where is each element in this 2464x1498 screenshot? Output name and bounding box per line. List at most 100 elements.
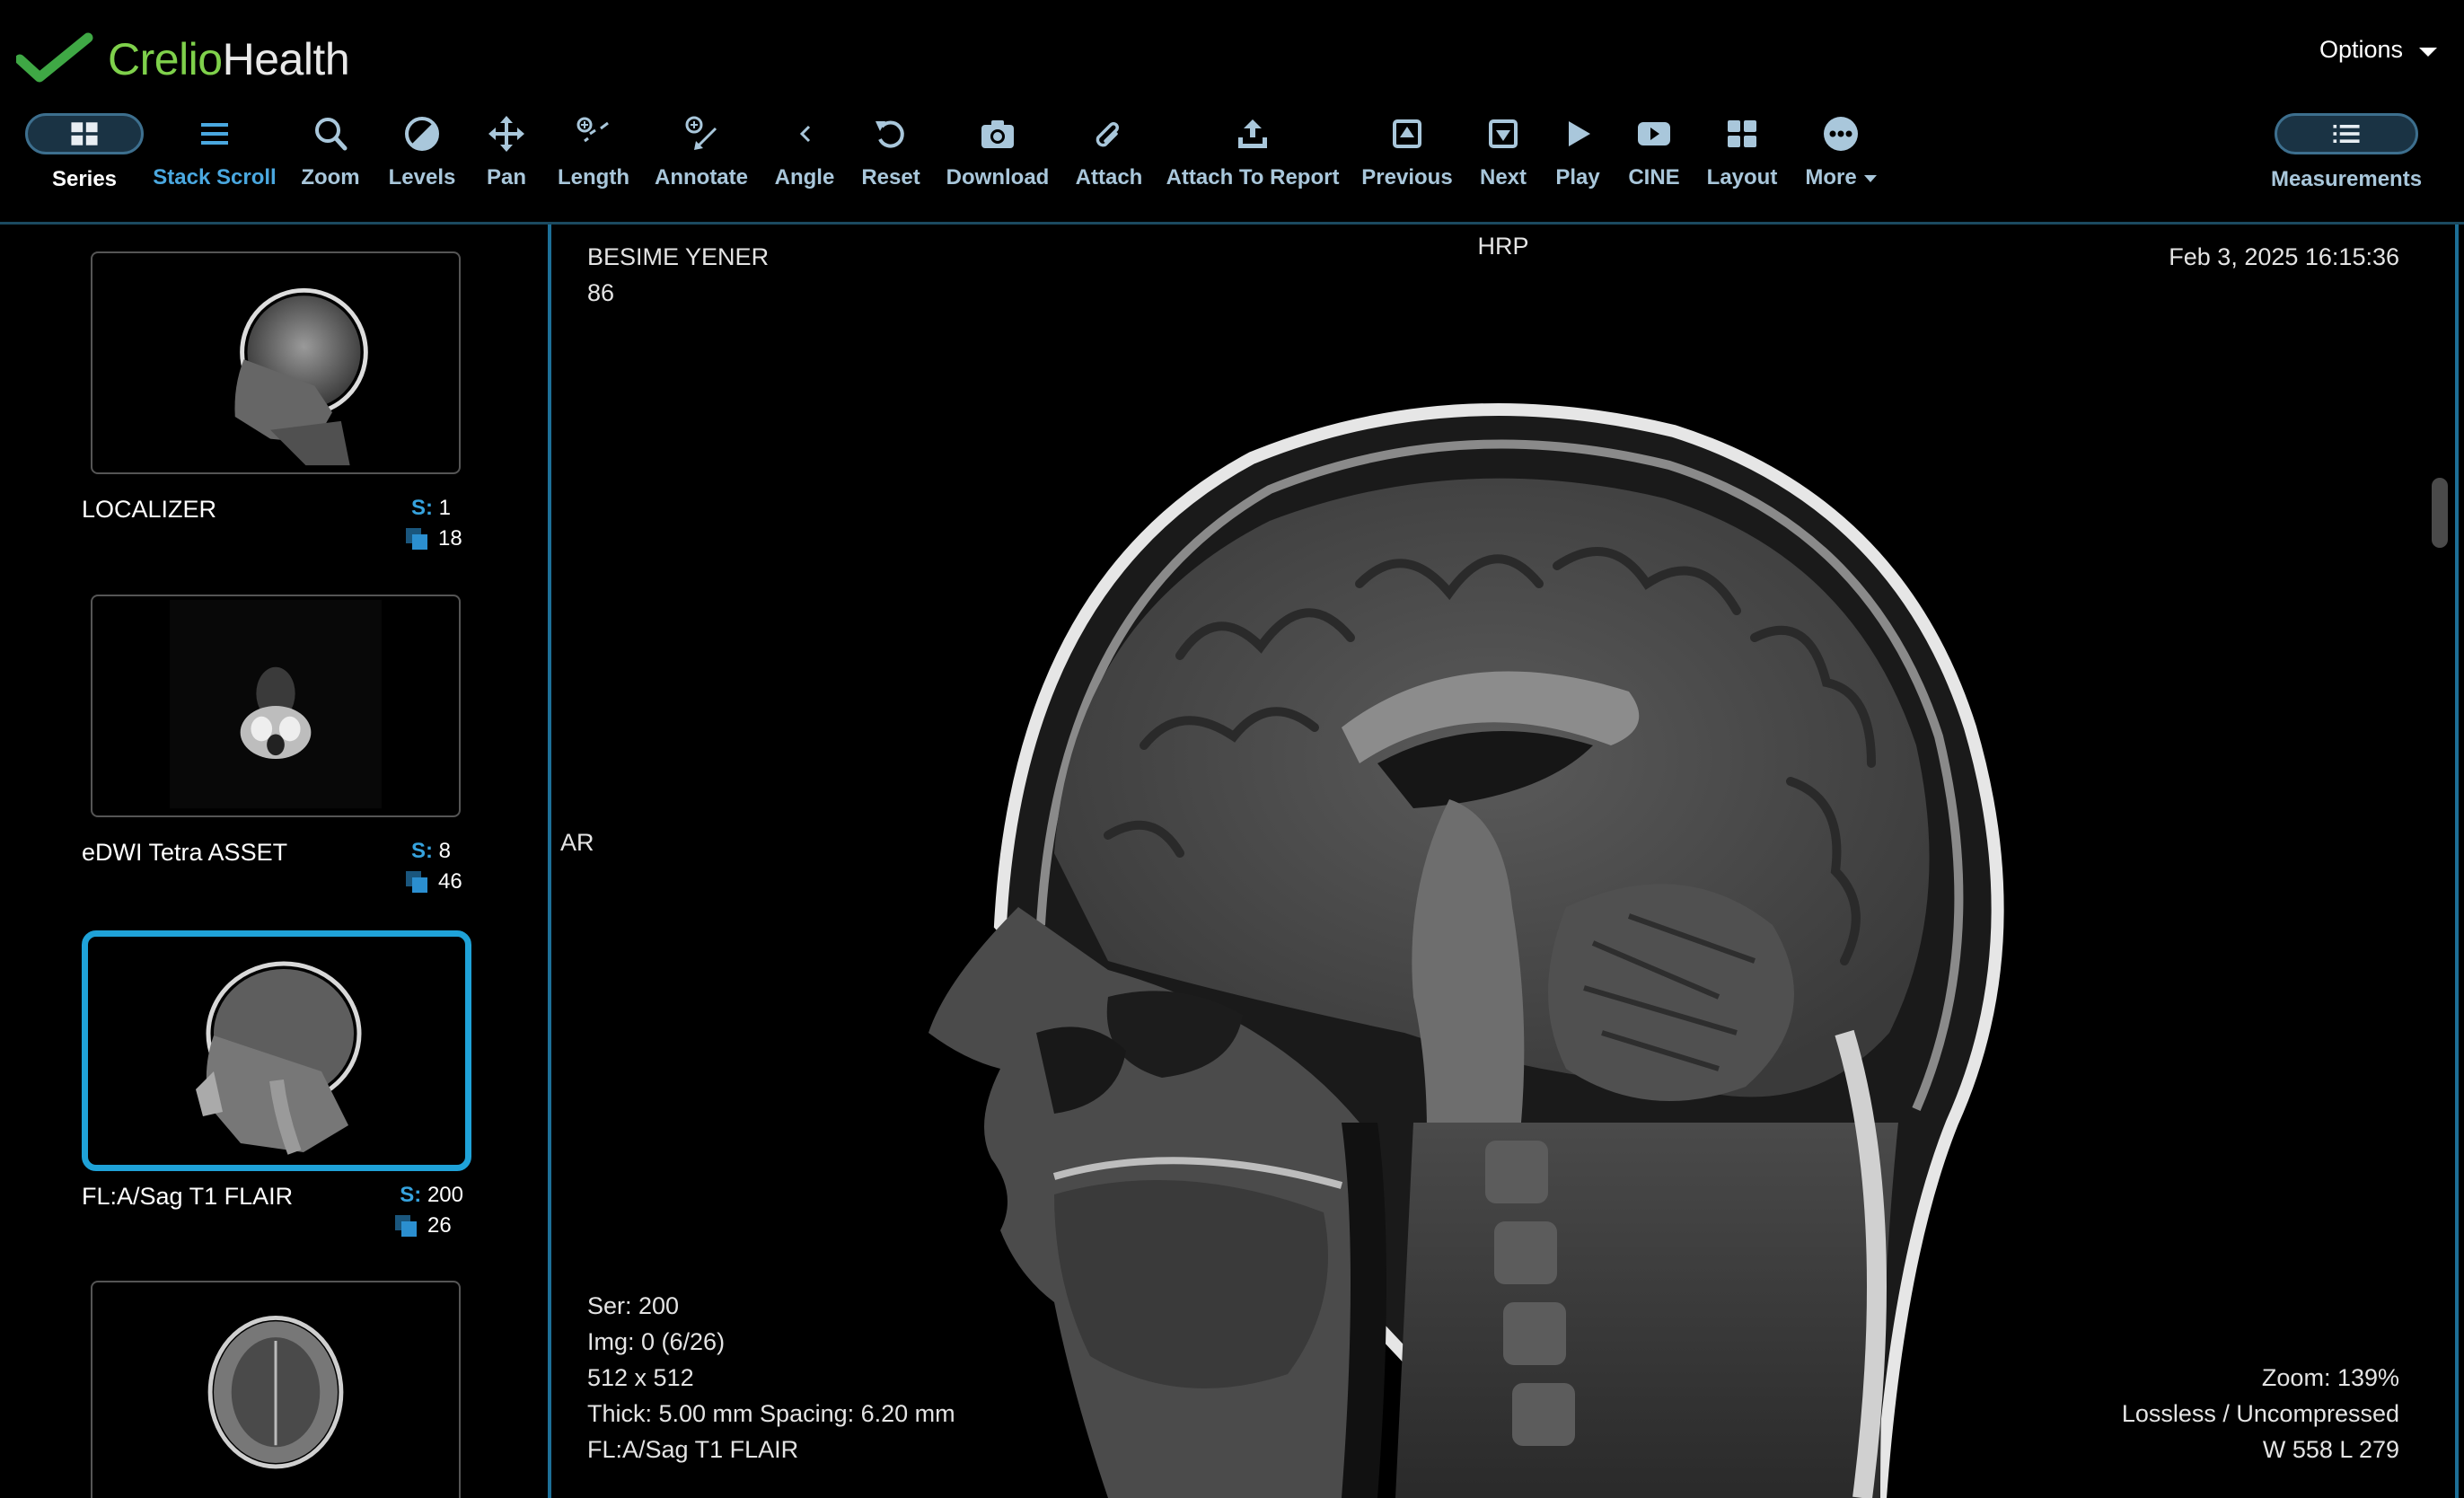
reset-label: Reset <box>861 165 920 189</box>
next-image-icon <box>1489 119 1518 148</box>
series-s-prefix: S: <box>410 496 433 520</box>
length-label: Length <box>558 165 629 189</box>
more-button[interactable]: More <box>1796 108 1886 198</box>
options-label: Options <box>2319 36 2403 63</box>
levels-button[interactable]: Levels <box>384 108 460 198</box>
sagittal-t1-image <box>196 961 362 1155</box>
attach-to-report-label: Attach To Report <box>1166 165 1340 189</box>
angle-label: Angle <box>774 165 835 189</box>
image-info: Img: 0 (6/26) <box>587 1328 726 1355</box>
layout-button[interactable]: Layout <box>1701 108 1783 198</box>
series-thumbnail-sag-t1-flair[interactable] <box>82 930 471 1171</box>
more-label: More <box>1805 165 1877 190</box>
series-thumbnail-edwi[interactable] <box>91 595 461 817</box>
orientation-left: AR <box>560 829 594 856</box>
measurements-button[interactable]: Measurements <box>2271 108 2422 198</box>
series-label-edwi: eDWI Tetra ASSET <box>82 839 288 866</box>
series-panel[interactable]: LOCALIZER S: 1 18 eDWI Tetra ASSET S: 8 … <box>0 225 548 1498</box>
cine-video-icon <box>1638 122 1670 145</box>
next-button[interactable]: Next <box>1469 108 1537 198</box>
options-menu[interactable]: Options <box>2319 36 2437 64</box>
viewport-right-border <box>2455 225 2459 1498</box>
previous-button[interactable]: Previous <box>1356 108 1458 198</box>
image-viewport[interactable]: BESIME YENER 86 HRP AR Feb 3, 2025 16:15… <box>551 225 2455 1498</box>
reset-button[interactable]: Reset <box>855 108 927 198</box>
toolbar: Series Stack Scroll Zoom Levels Pan Leng… <box>0 108 2464 198</box>
ruler-measure-icon <box>576 117 609 143</box>
window-level-info: W 558 L 279 <box>2262 1436 2399 1463</box>
list-icon <box>2333 125 2360 143</box>
more-text: More <box>1805 165 1857 189</box>
attach-label: Attach <box>1075 165 1143 189</box>
undo-reset-icon <box>876 120 904 148</box>
patient-age: 86 <box>587 279 615 306</box>
zoom-button[interactable]: Zoom <box>295 108 366 198</box>
series-info: Ser: 200 <box>587 1292 680 1319</box>
series-label-localizer: LOCALIZER <box>82 496 217 523</box>
image-count: 26 <box>395 1213 452 1238</box>
viewport-scrollbar[interactable] <box>2432 478 2448 548</box>
zoom-label: Zoom <box>301 165 360 189</box>
camera-icon <box>981 120 1014 148</box>
download-label: Download <box>946 165 1050 189</box>
series-s-prefix: S: <box>410 839 433 863</box>
series-label-sag-t1-flair: FL:A/Sag T1 FLAIR <box>82 1183 294 1210</box>
caret-down-icon <box>2419 47 2437 57</box>
series-pill <box>25 113 144 154</box>
series-thumbnail-localizer[interactable] <box>91 251 461 474</box>
series-number-value: 1 <box>438 496 451 520</box>
cine-button[interactable]: CINE <box>1618 108 1690 198</box>
download-button[interactable]: Download <box>943 108 1052 198</box>
attach-to-report-button[interactable]: Attach To Report <box>1166 108 1340 198</box>
pan-button[interactable]: Pan <box>472 108 541 198</box>
image-count: 18 <box>406 526 462 551</box>
previous-image-icon <box>1393 119 1421 148</box>
series-number: S: 8 <box>395 839 451 864</box>
annotate-label: Annotate <box>655 165 748 189</box>
series-button[interactable]: Series <box>25 108 144 198</box>
angle-button[interactable]: Angle <box>769 108 840 198</box>
stack-images-icon <box>406 871 427 893</box>
thickness-info: Thick: 5.00 mm Spacing: 6.20 mm <box>587 1400 955 1427</box>
stack-scroll-label: Stack Scroll <box>153 165 277 189</box>
stack-scroll-button[interactable]: Stack Scroll <box>153 108 277 198</box>
patient-name: BESIME YENER <box>587 243 770 270</box>
compression-info: Lossless / Uncompressed <box>2121 1400 2399 1427</box>
annotate-button[interactable]: Annotate <box>652 108 751 198</box>
stack-images-icon <box>406 528 427 550</box>
caret-down-icon <box>1863 174 1877 182</box>
play-label: Play <box>1555 165 1600 189</box>
contrast-icon <box>405 117 439 151</box>
series-number-value: 8 <box>438 839 451 863</box>
zoom-info: Zoom: 139% <box>2261 1364 2399 1391</box>
paperclip-icon <box>1096 122 1119 147</box>
play-icon <box>1569 121 1590 146</box>
series-s-prefix: S: <box>400 1183 422 1207</box>
magnifier-icon <box>315 118 348 151</box>
sagittal-localizer-image <box>234 287 368 466</box>
series-number: S: 1 <box>395 496 451 521</box>
move-arrows-icon <box>488 116 524 152</box>
axial-t2-image <box>207 1315 344 1469</box>
image-count: 46 <box>406 869 462 894</box>
image-count-value: 18 <box>438 526 462 551</box>
play-button[interactable]: Play <box>1544 108 1611 198</box>
levels-label: Levels <box>388 165 456 189</box>
series-thumbnail-axial[interactable] <box>91 1281 461 1498</box>
layout-grid-icon <box>1728 120 1756 147</box>
layout-label: Layout <box>1706 165 1778 189</box>
series-description: FL:A/Sag T1 FLAIR <box>587 1436 799 1463</box>
axial-dwi-image <box>169 599 383 809</box>
study-datetime: Feb 3, 2025 16:15:36 <box>2169 243 2399 270</box>
angle-icon <box>799 125 811 143</box>
annotate-arrow-icon <box>685 116 717 150</box>
series-label: Series <box>51 167 118 191</box>
stack-scroll-icon <box>201 123 228 145</box>
attach-button[interactable]: Attach <box>1069 108 1149 198</box>
length-button[interactable]: Length <box>553 108 634 198</box>
cine-label: CINE <box>1628 165 1680 189</box>
checkmark-logo-icon <box>16 32 93 83</box>
mri-sagittal-head-image <box>928 403 2004 1498</box>
image-count-value: 26 <box>427 1213 452 1238</box>
pan-label: Pan <box>486 165 526 189</box>
